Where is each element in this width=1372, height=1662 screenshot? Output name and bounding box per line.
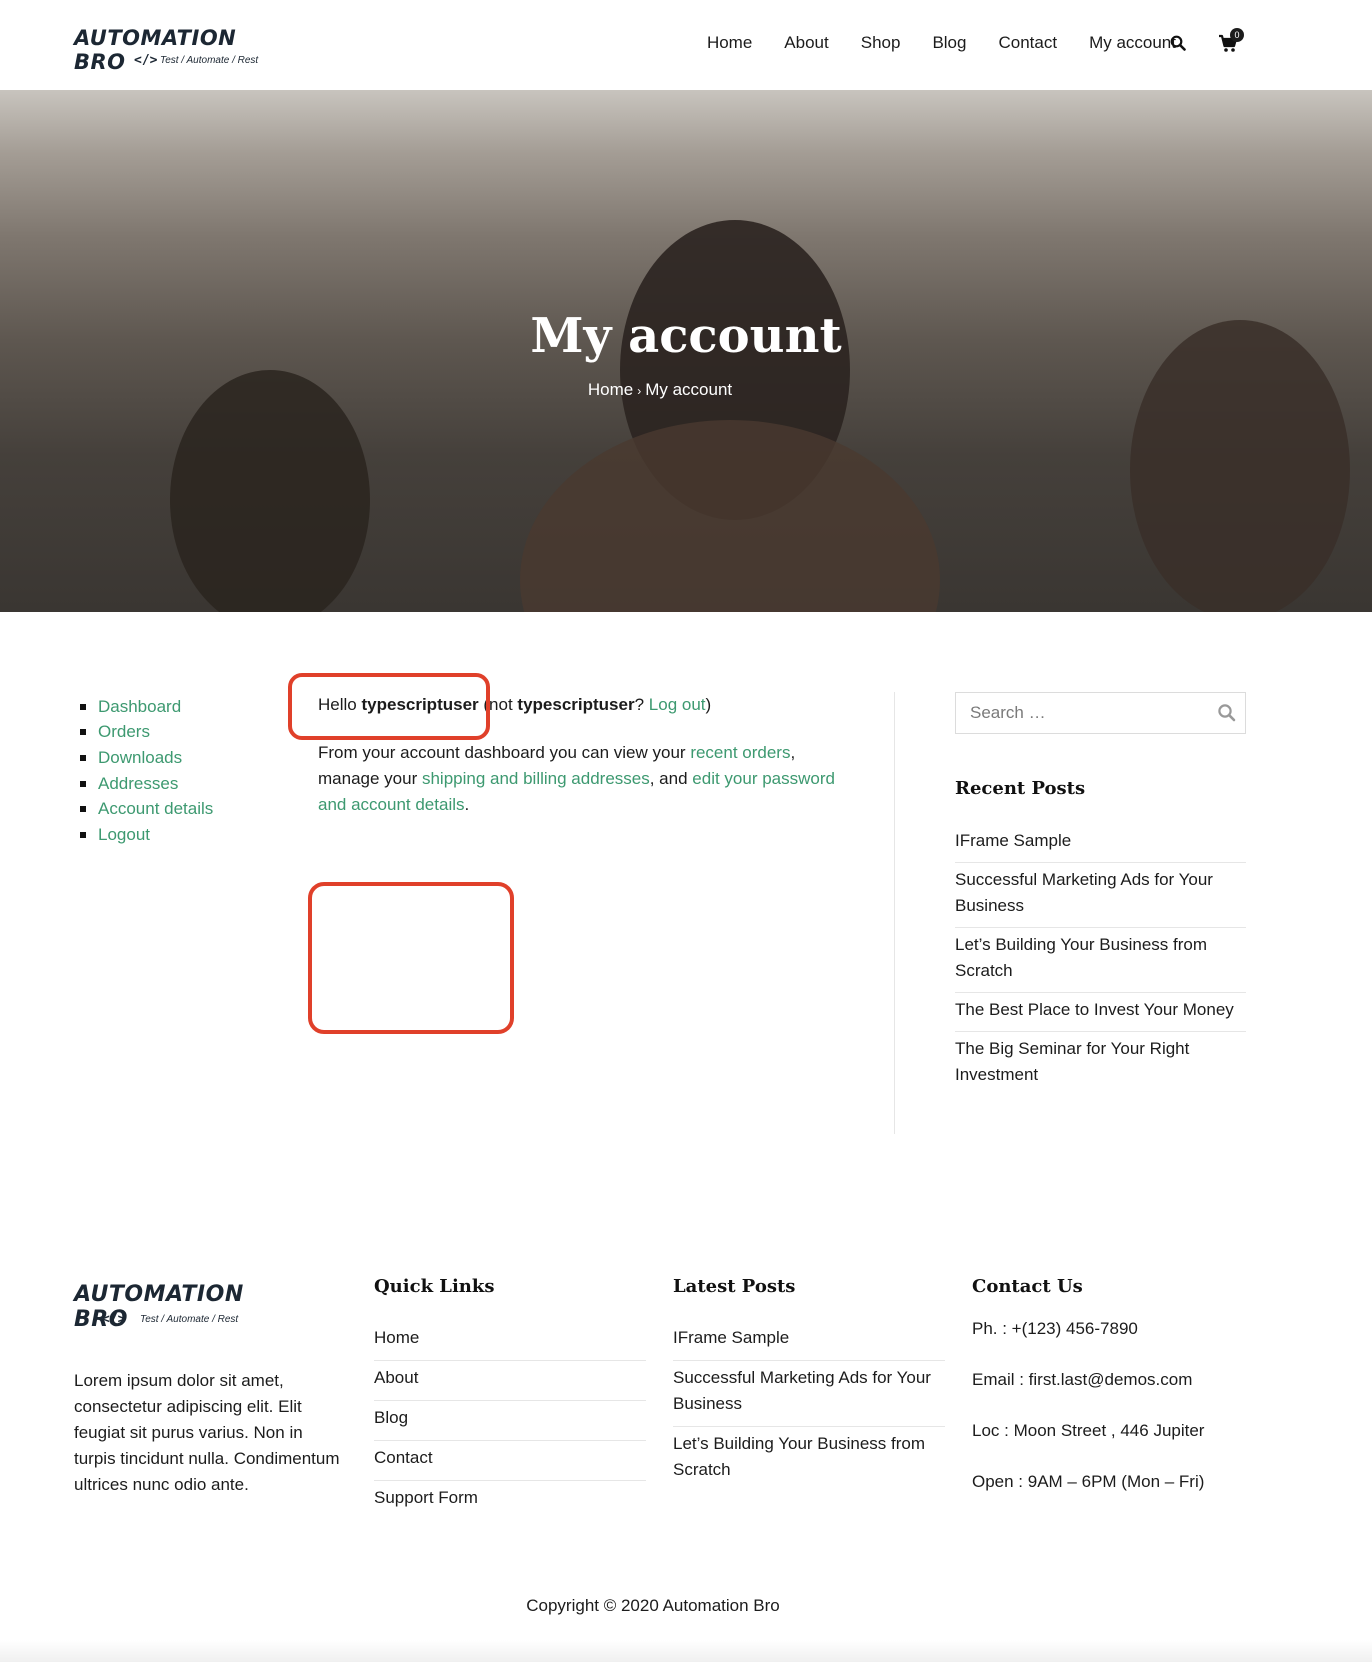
bullet-icon bbox=[80, 754, 86, 761]
annotation-highlight-empty-area bbox=[308, 882, 514, 1034]
code-icon: </> bbox=[102, 1312, 126, 1327]
account-nav-label[interactable]: Dashboard bbox=[98, 697, 181, 717]
account-navigation: Dashboard Orders Downloads Addresses Acc… bbox=[80, 694, 213, 848]
hero-photo-figure-center-body bbox=[520, 420, 940, 612]
desc-text: From your account dashboard you can view… bbox=[318, 743, 686, 762]
desc-text: . bbox=[464, 795, 470, 814]
account-nav-label[interactable]: Account details bbox=[98, 799, 213, 819]
quick-link-item[interactable]: Blog bbox=[374, 1401, 646, 1441]
account-nav-label[interactable]: Orders bbox=[98, 722, 150, 742]
quick-link-item[interactable]: About bbox=[374, 1361, 646, 1401]
page-hero: My account Home › My account bbox=[0, 90, 1372, 612]
nav-home[interactable]: Home bbox=[707, 33, 752, 53]
greeting-close: ) bbox=[705, 695, 712, 714]
annotation-highlight-greeting bbox=[288, 673, 490, 740]
quick-link-item[interactable]: Support Form bbox=[374, 1481, 646, 1520]
nav-shop[interactable]: Shop bbox=[861, 33, 901, 53]
account-nav-logout[interactable]: Logout bbox=[80, 822, 213, 848]
contact-location: Loc : Moon Street , 446 Jupiter bbox=[972, 1421, 1205, 1440]
latest-post-item[interactable]: Let’s Building Your Business from Scratc… bbox=[673, 1427, 945, 1492]
search-icon[interactable] bbox=[1170, 35, 1186, 51]
contact-phone: Ph. : +(123) 456-7890 bbox=[972, 1319, 1138, 1338]
recent-post-item[interactable]: Let’s Building Your Business from Scratc… bbox=[955, 928, 1246, 993]
footer-about-text: Lorem ipsum dolor sit amet, consectetur … bbox=[74, 1371, 340, 1494]
sidebar-divider bbox=[894, 692, 895, 1134]
copyright: Copyright © 2020 Automation Bro bbox=[526, 1596, 780, 1615]
account-nav-dashboard[interactable]: Dashboard bbox=[80, 694, 213, 720]
latest-post-item[interactable]: Successful Marketing Ads for Your Busine… bbox=[673, 1361, 945, 1427]
sidebar-search bbox=[955, 692, 1246, 734]
chevron-right-icon: › bbox=[637, 384, 642, 398]
nav-my-account[interactable]: My account bbox=[1089, 33, 1176, 53]
footer-logo-tagline: Test / Automate / Rest bbox=[140, 1314, 239, 1325]
quick-links-title: Quick Links bbox=[374, 1276, 495, 1297]
logout-link[interactable]: Log out bbox=[649, 695, 706, 714]
logo-tagline: Test / Automate / Rest bbox=[160, 55, 259, 66]
quick-link-item[interactable]: Contact bbox=[374, 1441, 646, 1481]
breadcrumb: Home › My account bbox=[0, 380, 1320, 400]
quick-link-item[interactable]: Home bbox=[374, 1321, 646, 1361]
site-logo[interactable]: AUTOMATION BRO </> Test / Automate / Res… bbox=[74, 26, 284, 74]
recent-post-item[interactable]: The Big Seminar for Your Right Investmen… bbox=[955, 1032, 1246, 1096]
logo-wordmark: AUTOMATION BRO bbox=[74, 26, 237, 74]
account-nav-downloads[interactable]: Downloads bbox=[80, 745, 213, 771]
bullet-icon bbox=[80, 806, 86, 813]
cart-count-badge: 0 bbox=[1230, 28, 1244, 42]
search-input[interactable] bbox=[970, 703, 1210, 723]
quick-links-list: Home About Blog Contact Support Form bbox=[374, 1321, 646, 1520]
page-bottom-edge bbox=[0, 1640, 1372, 1662]
recent-post-item[interactable]: The Best Place to Invest Your Money bbox=[955, 993, 1246, 1032]
account-nav-account-details[interactable]: Account details bbox=[80, 796, 213, 822]
nav-blog[interactable]: Blog bbox=[932, 33, 966, 53]
main-nav: Home About Shop Blog Contact My account bbox=[675, 33, 1176, 53]
addresses-link[interactable]: shipping and billing addresses bbox=[422, 769, 650, 788]
bullet-icon bbox=[80, 729, 86, 736]
recent-orders-link[interactable]: recent orders bbox=[690, 743, 790, 762]
recent-posts-title: Recent Posts bbox=[955, 778, 1086, 799]
recent-post-item[interactable]: IFrame Sample bbox=[955, 824, 1246, 863]
recent-posts-list: IFrame Sample Successful Marketing Ads f… bbox=[955, 824, 1246, 1096]
search-icon[interactable] bbox=[1217, 703, 1237, 723]
code-icon: </> bbox=[134, 53, 158, 68]
nav-contact[interactable]: Contact bbox=[998, 33, 1057, 53]
bullet-icon bbox=[80, 780, 86, 787]
hero-photo-figure-left bbox=[170, 370, 370, 612]
account-nav-label[interactable]: Addresses bbox=[98, 774, 178, 794]
contact-list: Ph. : +(123) 456-7890 Email : first.last… bbox=[972, 1316, 1204, 1520]
bullet-icon bbox=[80, 703, 86, 710]
latest-posts-list: IFrame Sample Successful Marketing Ads f… bbox=[673, 1321, 945, 1492]
recent-post-item[interactable]: Successful Marketing Ads for Your Busine… bbox=[955, 863, 1246, 928]
account-nav-addresses[interactable]: Addresses bbox=[80, 771, 213, 797]
account-nav-orders[interactable]: Orders bbox=[80, 720, 213, 746]
page-title: My account bbox=[530, 308, 842, 364]
account-nav-label[interactable]: Logout bbox=[98, 825, 150, 845]
latest-posts-title: Latest Posts bbox=[673, 1276, 796, 1297]
breadcrumb-current: My account bbox=[645, 380, 733, 399]
contact-hours: Open : 9AM – 6PM (Mon – Fri) bbox=[972, 1472, 1205, 1491]
bullet-icon bbox=[80, 831, 86, 838]
site-header: AUTOMATION BRO </> Test / Automate / Res… bbox=[0, 0, 1372, 90]
nav-about[interactable]: About bbox=[784, 33, 828, 53]
account-nav-label[interactable]: Downloads bbox=[98, 748, 182, 768]
contact-us-title: Contact Us bbox=[972, 1276, 1083, 1297]
footer-logo[interactable]: AUTOMATION BRO </> Test / Automate / Res… bbox=[74, 1282, 284, 1332]
desc-text: , and bbox=[649, 769, 688, 788]
username-repeat: typescriptuser bbox=[517, 695, 635, 714]
contact-email: Email : first.last@demos.com bbox=[972, 1370, 1193, 1389]
latest-post-item[interactable]: IFrame Sample bbox=[673, 1321, 945, 1361]
breadcrumb-home[interactable]: Home bbox=[588, 380, 633, 399]
dashboard-description: From your account dashboard you can view… bbox=[318, 740, 838, 818]
greeting-question: ? bbox=[634, 695, 645, 714]
